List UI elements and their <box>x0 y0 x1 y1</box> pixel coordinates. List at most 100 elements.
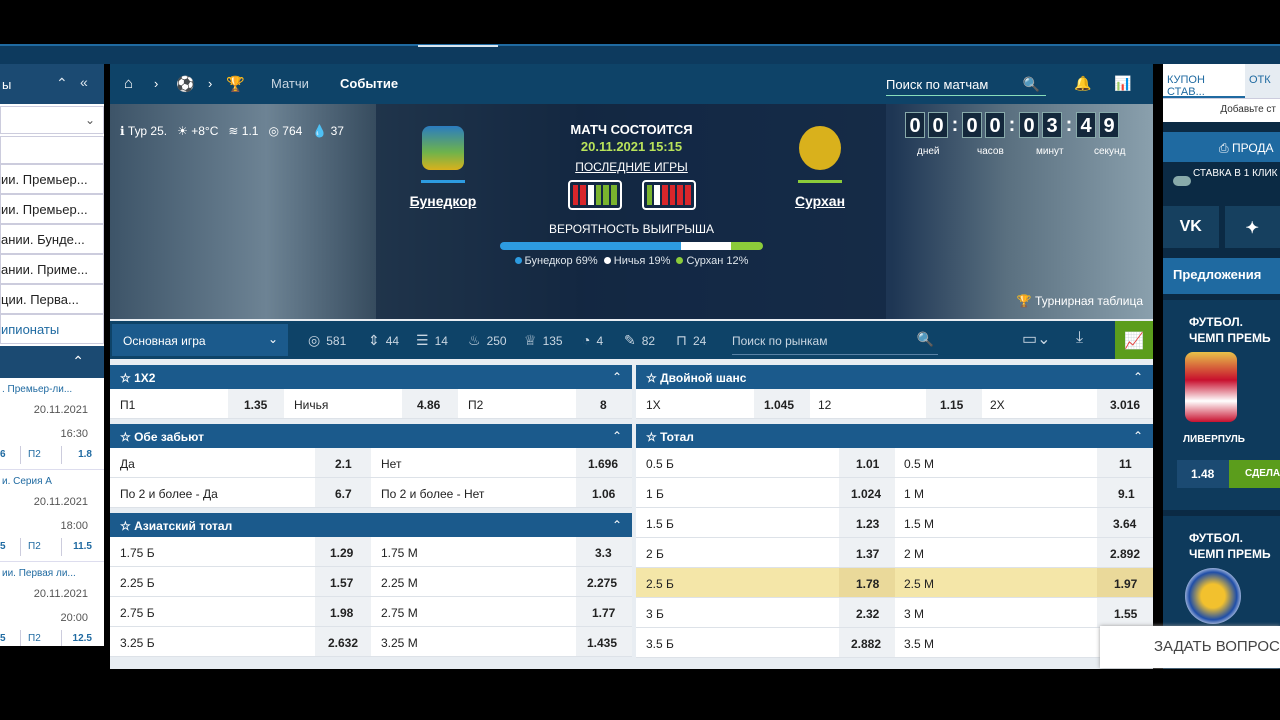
odd-value[interactable]: 6 <box>0 449 6 460</box>
offer-card[interactable]: ФУТБОЛ. ЧЕМП ПРЕМЬ ЛИВЕРПУЛЬ 1.48 СДЕЛА <box>1163 300 1280 510</box>
odd-value[interactable]: 2.32 <box>856 607 879 621</box>
football-icon[interactable]: ⚽ <box>176 75 195 93</box>
sidebar-league-item[interactable]: ии. Премьер... <box>0 164 104 194</box>
away-team-name[interactable]: Сурхан <box>775 193 865 209</box>
odd-value[interactable]: 1.23 <box>856 517 879 531</box>
tab-open[interactable]: ОТК <box>1245 64 1280 98</box>
sidebar-league-item[interactable]: ании. Бунде... <box>0 224 104 254</box>
market-search-input[interactable]: Поиск по рынкам 🔍 <box>732 325 938 355</box>
filter-table[interactable]: ☰ 14 <box>416 332 448 349</box>
odd-value[interactable]: 5 <box>0 541 6 552</box>
bell-icon[interactable]: 🔔 <box>1074 75 1091 92</box>
sidebar-championships-link[interactable]: ипионаты <box>0 314 104 344</box>
filter-all[interactable]: ◎ 581 <box>308 332 346 349</box>
odd-value[interactable]: 2.632 <box>328 636 358 650</box>
stats-chart-button[interactable]: 📈 <box>1115 321 1153 359</box>
odd-value[interactable]: 1.98 <box>330 606 353 620</box>
odd-value[interactable]: 12.5 <box>73 633 92 644</box>
chevron-up-icon[interactable]: ⌃ <box>612 429 622 443</box>
odd-value[interactable]: 6.7 <box>335 487 352 501</box>
sidebar-league-item[interactable]: ии. Премьер... <box>0 194 104 224</box>
nav-matches-link[interactable]: Матчи <box>271 76 309 91</box>
odd-value[interactable]: 1.8 <box>78 449 92 460</box>
offer-bet-button[interactable]: СДЕЛА <box>1229 460 1280 488</box>
odd-value[interactable]: 1.35 <box>244 398 267 412</box>
odd-value[interactable]: 1.57 <box>330 576 353 590</box>
market-header[interactable]: ☆ Двойной шанс ⌃ <box>636 365 1153 389</box>
odd-value[interactable]: 3.016 <box>1110 398 1140 412</box>
odd-box[interactable] <box>20 446 62 464</box>
one-click-toggle[interactable]: СТАВКА В 1 КЛИК <box>1163 162 1280 202</box>
market-header[interactable]: ☆ Тотал ⌃ <box>636 424 1153 448</box>
chevron-up-icon[interactable]: ⌃ <box>56 75 68 92</box>
trophy-icon[interactable]: 🏆 <box>226 75 245 93</box>
sidebar-match[interactable]: . Премьер-ли... 20.11.2021 16:30 6 П2 1.… <box>0 378 104 470</box>
odd-box[interactable] <box>20 538 62 556</box>
toggle-switch[interactable] <box>1173 176 1191 186</box>
odd-value[interactable]: 9.1 <box>1118 487 1135 501</box>
chevron-up-icon[interactable]: ⌃ <box>612 518 622 532</box>
filter-hot[interactable]: ♨ 250 <box>468 332 507 349</box>
vk-button[interactable]: VK <box>1163 206 1219 248</box>
odd-value[interactable]: 3.64 <box>1113 517 1136 531</box>
collapse-icon[interactable]: « <box>80 74 88 90</box>
sidebar-league-item[interactable]: ции. Перва... <box>0 284 104 314</box>
tournament-table-link[interactable]: 🏆 Турнирная таблица <box>1017 294 1143 308</box>
last-games-link[interactable]: ПОСЛЕДНИЕ ИГРЫ <box>500 160 763 174</box>
odd-value[interactable]: 1.97 <box>1114 577 1137 591</box>
odd-box[interactable] <box>20 630 62 646</box>
odd-value[interactable]: 2.275 <box>587 576 617 590</box>
odd-value[interactable]: 1.696 <box>588 457 618 471</box>
stats-icon[interactable]: 📊 <box>1114 75 1131 92</box>
sidebar-league-item[interactable]: ании. Приме... <box>0 254 104 284</box>
odd-value[interactable]: 4.86 <box>417 398 440 412</box>
tab-coupon[interactable]: КУПОН СТАВ... <box>1163 64 1245 98</box>
odd-value[interactable]: 1.045 <box>764 398 794 412</box>
filter-cup[interactable]: ♕ 135 <box>524 332 563 349</box>
search-icon[interactable]: 🔍 <box>1023 76 1040 93</box>
chevron-up-icon[interactable]: ⌃ <box>612 370 622 384</box>
odd-value[interactable]: 1.55 <box>1114 607 1137 621</box>
chevron-up-icon[interactable]: ⌃ <box>1133 429 1143 443</box>
filter-goal[interactable]: ⊓ 24 <box>676 332 706 349</box>
filter-pen[interactable]: ✎ 82 <box>624 332 655 349</box>
odd-value[interactable]: 11 <box>1119 457 1132 471</box>
odd-value[interactable]: 1.15 <box>940 398 963 412</box>
sell-button[interactable]: ⎙ ПРОДА <box>1163 132 1280 162</box>
odd-value[interactable]: 1.29 <box>330 546 353 560</box>
away-form[interactable] <box>641 180 696 210</box>
home-team-name[interactable]: Бунедкор <box>398 193 488 209</box>
sidebar-match[interactable]: и. Серия А 20.11.2021 18:00 5 П2 11.5 <box>0 470 104 562</box>
odd-value[interactable]: 1.435 <box>587 636 617 650</box>
sidebar-select[interactable]: ⌄ <box>0 106 104 134</box>
odd-value[interactable]: 3.3 <box>595 546 612 560</box>
ask-question-button[interactable]: ЗАДАТЬ ВОПРОС <box>1100 626 1280 668</box>
odd-value[interactable]: 1.78 <box>856 577 879 591</box>
collapse-all-icon[interactable]: ⤓ <box>1076 329 1083 347</box>
nav-event-link[interactable]: Событие <box>340 76 398 91</box>
away-team[interactable]: Сурхан <box>775 126 865 209</box>
chevron-up-icon[interactable]: ⌃ <box>1133 370 1143 384</box>
odd-value[interactable]: 2.892 <box>1110 547 1140 561</box>
odd-value[interactable]: 2.882 <box>851 637 881 651</box>
market-header[interactable]: ☆ Азиатский тотал ⌃ <box>110 513 632 537</box>
odd-value[interactable]: 1.77 <box>592 606 615 620</box>
layout-icon[interactable]: ▭⌄ <box>1022 329 1051 349</box>
odd-value[interactable]: 1.06 <box>592 487 615 501</box>
match-search-input[interactable]: Поиск по матчам 🔍 <box>886 72 1046 96</box>
sidebar-match[interactable]: ии. Первая ли... 20.11.2021 20:00 5 П2 1… <box>0 562 104 646</box>
home-team[interactable]: Бунедкор <box>398 126 488 209</box>
odd-value[interactable]: 1.024 <box>851 487 881 501</box>
search-icon[interactable]: 🔍 <box>917 331 934 348</box>
odd-value[interactable]: 5 <box>0 633 6 644</box>
home-form[interactable] <box>567 180 622 210</box>
odd-value[interactable]: 8 <box>600 398 607 412</box>
twitter-button[interactable]: ✦ <box>1224 206 1280 248</box>
market-header[interactable]: ☆ 1X2 ⌃ <box>110 365 632 389</box>
filter-updown[interactable]: ⇕ 44 <box>368 332 399 349</box>
market-group-select[interactable]: Основная игра ⌄ <box>112 324 288 356</box>
chevron-up-icon[interactable]: ⌃ <box>72 353 84 370</box>
odd-value[interactable]: 11.5 <box>73 541 92 552</box>
market-header[interactable]: ☆ Обе забьют ⌃ <box>110 424 632 448</box>
sidebar-input[interactable] <box>0 136 104 164</box>
